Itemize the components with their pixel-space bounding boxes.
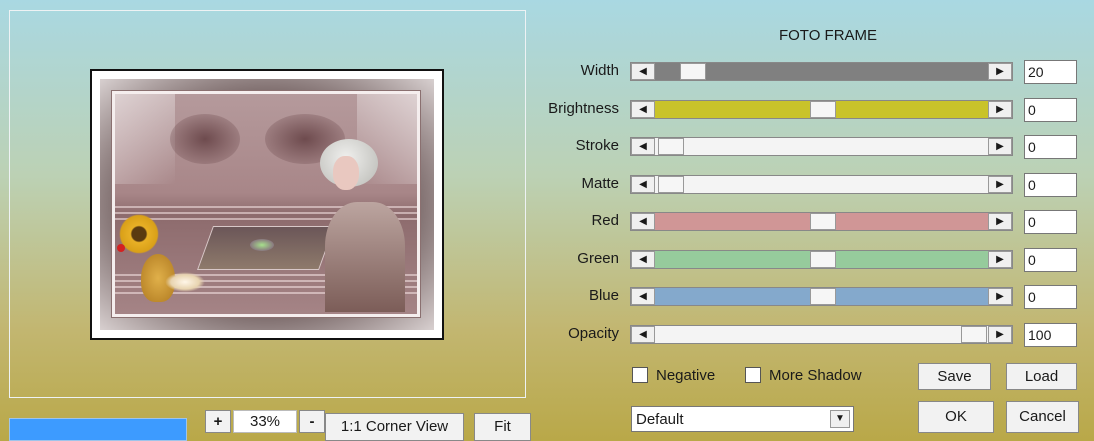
opacity-value[interactable]: 100 (1024, 323, 1077, 347)
matte-slider[interactable]: ◀ ▶ (630, 175, 1013, 194)
arrow-right-icon[interactable]: ▶ (988, 176, 1012, 193)
green-slider[interactable]: ◀ ▶ (630, 250, 1013, 269)
red-label: Red (591, 212, 619, 229)
frame-preview (90, 69, 444, 340)
stroke-thumb[interactable] (658, 138, 684, 155)
arrow-right-icon[interactable]: ▶ (988, 213, 1012, 230)
arrow-right-icon[interactable]: ▶ (988, 63, 1012, 80)
arrow-left-icon[interactable]: ◀ (631, 326, 655, 343)
brightness-value[interactable]: 0 (1024, 98, 1077, 122)
matte-track[interactable] (655, 176, 988, 193)
corner-view-button[interactable]: 1:1 Corner View (325, 413, 464, 441)
preview-image (111, 90, 421, 318)
green-value[interactable]: 0 (1024, 248, 1077, 272)
arrow-right-icon[interactable]: ▶ (988, 138, 1012, 155)
negative-checkbox[interactable] (632, 367, 648, 383)
arrow-right-icon[interactable]: ▶ (988, 251, 1012, 268)
opacity-track[interactable] (655, 326, 988, 343)
opacity-label: Opacity (568, 325, 619, 342)
more-shadow-label: More Shadow (769, 367, 862, 384)
negative-label: Negative (656, 367, 716, 384)
arrow-left-icon[interactable]: ◀ (631, 213, 655, 230)
more-shadow-checkbox[interactable] (745, 367, 761, 383)
red-track[interactable] (655, 213, 988, 230)
blue-thumb[interactable] (810, 288, 836, 305)
arrow-left-icon[interactable]: ◀ (631, 251, 655, 268)
width-track[interactable] (655, 63, 988, 80)
save-button[interactable]: Save (918, 363, 991, 390)
green-thumb[interactable] (810, 251, 836, 268)
brightness-track[interactable] (655, 101, 988, 118)
chevron-down-icon[interactable]: ▼ (830, 410, 850, 428)
load-button[interactable]: Load (1006, 363, 1077, 390)
blue-track[interactable] (655, 288, 988, 305)
cancel-button[interactable]: Cancel (1006, 401, 1079, 433)
arrow-right-icon[interactable]: ▶ (988, 101, 1012, 118)
width-thumb[interactable] (680, 63, 706, 80)
arrow-left-icon[interactable]: ◀ (631, 176, 655, 193)
stroke-label: Stroke (575, 137, 619, 154)
green-label: Green (577, 250, 619, 267)
preset-dropdown[interactable]: Default ▼ (631, 406, 854, 432)
arrow-left-icon[interactable]: ◀ (631, 63, 655, 80)
matte-value[interactable]: 0 (1024, 173, 1077, 197)
preset-value: Default (636, 411, 684, 428)
opacity-slider[interactable]: ◀ ▶ (630, 325, 1013, 344)
arrow-left-icon[interactable]: ◀ (631, 138, 655, 155)
stroke-slider[interactable]: ◀ ▶ (630, 137, 1013, 156)
stroke-value[interactable]: 0 (1024, 135, 1077, 159)
ok-button[interactable]: OK (918, 401, 994, 433)
red-value[interactable]: 0 (1024, 210, 1077, 234)
fit-button[interactable]: Fit (474, 413, 531, 441)
zoom-level: 33% (233, 410, 297, 433)
stroke-track[interactable] (655, 138, 988, 155)
matte-label: Matte (581, 175, 619, 192)
arrow-right-icon[interactable]: ▶ (988, 326, 1012, 343)
brightness-label: Brightness (548, 100, 619, 117)
blue-label: Blue (588, 287, 619, 304)
color-bar (9, 418, 187, 441)
arrow-left-icon[interactable]: ◀ (631, 101, 655, 118)
width-value[interactable]: 20 (1024, 60, 1077, 84)
dialog-title: FOTO FRAME (778, 27, 878, 44)
blue-slider[interactable]: ◀ ▶ (630, 287, 1013, 306)
blue-value[interactable]: 0 (1024, 285, 1077, 309)
zoom-out-button[interactable]: - (299, 410, 325, 433)
width-label: Width (580, 62, 619, 79)
green-track[interactable] (655, 251, 988, 268)
brightness-thumb[interactable] (810, 101, 836, 118)
opacity-thumb[interactable] (961, 326, 987, 343)
width-slider[interactable]: ◀ ▶ (630, 62, 1013, 81)
zoom-in-button[interactable]: + (205, 410, 231, 433)
arrow-left-icon[interactable]: ◀ (631, 288, 655, 305)
brightness-slider[interactable]: ◀ ▶ (630, 100, 1013, 119)
red-slider[interactable]: ◀ ▶ (630, 212, 1013, 231)
arrow-right-icon[interactable]: ▶ (988, 288, 1012, 305)
red-thumb[interactable] (810, 213, 836, 230)
matte-thumb[interactable] (658, 176, 684, 193)
